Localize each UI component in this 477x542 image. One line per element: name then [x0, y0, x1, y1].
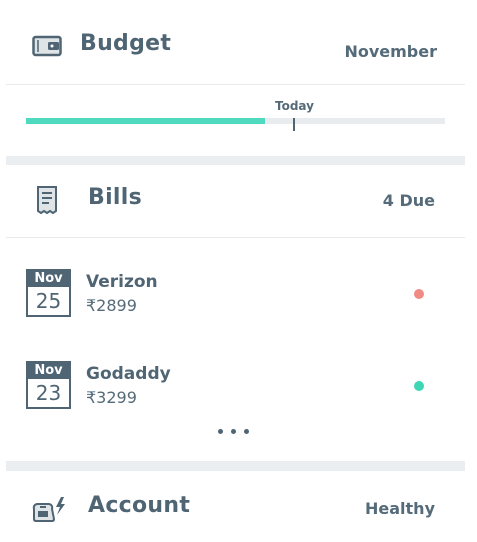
bill-status-dot [414, 381, 424, 391]
bill-name: Godaddy [86, 364, 171, 384]
bill-amount: ₹3299 [86, 388, 137, 407]
budget-month: November [344, 42, 437, 61]
bill-item[interactable]: Nov 23 Godaddy ₹3299 [6, 361, 465, 425]
account-title: Account [88, 493, 191, 518]
calendar-icon: Nov 23 [26, 361, 71, 409]
budget-progress-bar [26, 118, 445, 124]
bills-card[interactable]: Bills 4 Due Nov 25 Verizon ₹2899 Nov 23 … [6, 165, 465, 461]
bill-month: Nov [28, 363, 69, 379]
budget-card[interactable]: Budget November Today [6, 0, 465, 156]
account-card[interactable]: Account Healthy [6, 471, 465, 542]
wallet-icon [32, 35, 62, 57]
receipt-icon [37, 186, 57, 215]
bill-day: 23 [35, 381, 62, 405]
bill-month: Nov [28, 271, 69, 287]
bills-due-count: 4 Due [382, 191, 435, 210]
dot [218, 429, 223, 434]
budget-progress-fill [26, 118, 265, 124]
app-frame: Budget November Today Bills 4 Due Nov 25 [6, 0, 465, 542]
dot [244, 429, 249, 434]
more-options-icon[interactable] [218, 429, 257, 437]
bill-status-dot [414, 289, 424, 299]
account-status: Healthy [365, 499, 435, 518]
bills-divider [6, 237, 465, 238]
today-marker [293, 118, 295, 131]
bill-name: Verizon [86, 272, 158, 292]
bills-header: Bills 4 Due [6, 165, 465, 237]
bill-item[interactable]: Nov 25 Verizon ₹2899 [6, 269, 465, 333]
today-label: Today [275, 99, 314, 113]
budget-title: Budget [80, 31, 172, 56]
dot [231, 429, 236, 434]
calendar-icon: Nov 25 [26, 269, 71, 317]
bills-title: Bills [88, 185, 142, 210]
fax-icon [32, 497, 65, 522]
bill-amount: ₹2899 [86, 296, 137, 315]
budget-divider [6, 84, 465, 85]
budget-header: Budget November [6, 0, 465, 84]
bill-day: 25 [35, 289, 62, 313]
